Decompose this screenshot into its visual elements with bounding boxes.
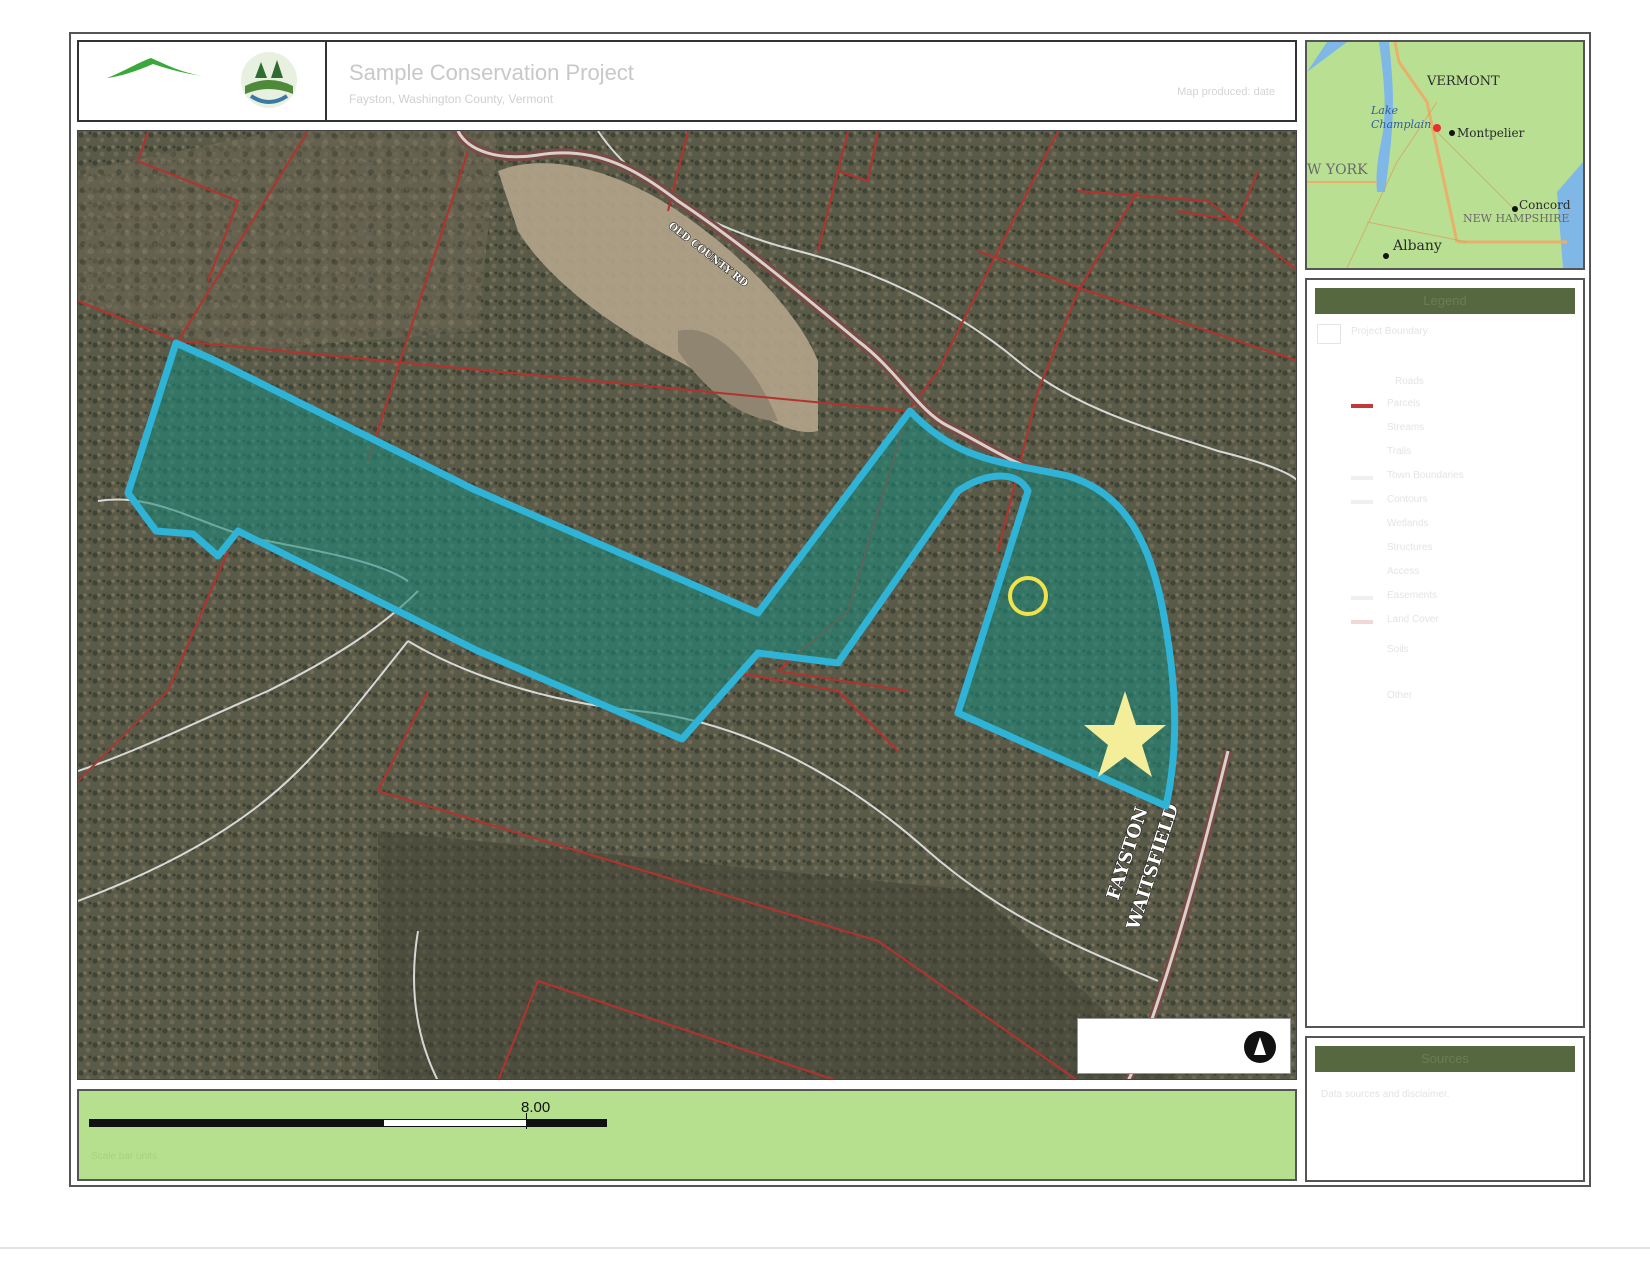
legend-item: Project Boundary xyxy=(1351,326,1428,337)
mountain-logo-icon xyxy=(107,52,297,108)
scale-panel: 8.00 Scale bar units xyxy=(77,1089,1297,1181)
legend-line-swatch xyxy=(1351,476,1373,480)
map-title: Sample Conservation Project xyxy=(349,60,634,85)
legend-item: Access xyxy=(1387,566,1420,577)
legend-line-swatch xyxy=(1351,500,1373,504)
legend-item: Land Cover xyxy=(1387,614,1439,625)
scale-label: 8.00 xyxy=(521,1099,551,1116)
page-footer-line xyxy=(0,1247,1650,1249)
scale-bar xyxy=(89,1119,609,1129)
inset-label-lake: Lake Champlain xyxy=(1371,104,1432,131)
inset-city-dot xyxy=(1383,253,1389,259)
inset-label-concord: Concord xyxy=(1519,198,1571,212)
inset-label-vermont: VERMONT xyxy=(1427,74,1500,89)
inset-label-new-hampshire: NEW HAMPSHIRE xyxy=(1463,212,1570,225)
legend-boundary-swatch xyxy=(1317,324,1341,344)
seal-logo-icon xyxy=(241,52,297,108)
north-arrow-box xyxy=(1077,1018,1291,1074)
map-subtitle: Fayston, Washington County, Vermont xyxy=(349,92,554,106)
legend-item: Soils xyxy=(1387,644,1409,655)
legend-item: Roads xyxy=(1395,376,1424,387)
sources-title: Sources xyxy=(1315,1046,1575,1072)
legend-line-swatch xyxy=(1351,620,1373,624)
legend-road-swatch xyxy=(1351,404,1373,408)
legend-panel: Legend Project Boundary Roads Parcels St… xyxy=(1305,278,1585,1028)
legend-item: Town Boundaries xyxy=(1387,470,1464,481)
logo-area xyxy=(79,42,327,120)
aerial-map[interactable]: OLD COUNTY RD FAYSTON WAITSFIELD xyxy=(77,130,1297,1080)
inset-city-dot xyxy=(1449,130,1455,136)
legend-line-swatch xyxy=(1351,596,1373,600)
sources-text: Data sources and disclaimer. xyxy=(1321,1089,1450,1100)
sources-panel: Sources Data sources and disclaimer. xyxy=(1305,1036,1585,1182)
title-block: Sample Conservation Project Fayston, Was… xyxy=(77,40,1297,122)
legend-item: Parcels xyxy=(1387,398,1421,409)
legend-item: Structures xyxy=(1387,542,1433,553)
legend-item: Contours xyxy=(1387,494,1428,505)
legend-item: Trails xyxy=(1387,446,1412,457)
north-arrow-icon xyxy=(1244,1031,1276,1063)
legend-item: Other xyxy=(1387,690,1413,701)
inset-label-montpelier: Montpelier xyxy=(1457,126,1525,140)
legend-item: Streams xyxy=(1387,422,1425,433)
inset-label-new-york: W YORK xyxy=(1307,162,1368,178)
legend-item: Easements xyxy=(1387,590,1438,601)
legend-item: Wetlands xyxy=(1387,518,1429,529)
scale-note: Scale bar units xyxy=(91,1151,158,1162)
map-date: Map produced: date xyxy=(1177,86,1275,98)
legend-title: Legend xyxy=(1315,288,1575,314)
locator-inset-map[interactable]: VERMONT Lake Champlain Montpelier W YORK… xyxy=(1305,40,1585,270)
inset-label-albany: Albany xyxy=(1393,238,1442,254)
